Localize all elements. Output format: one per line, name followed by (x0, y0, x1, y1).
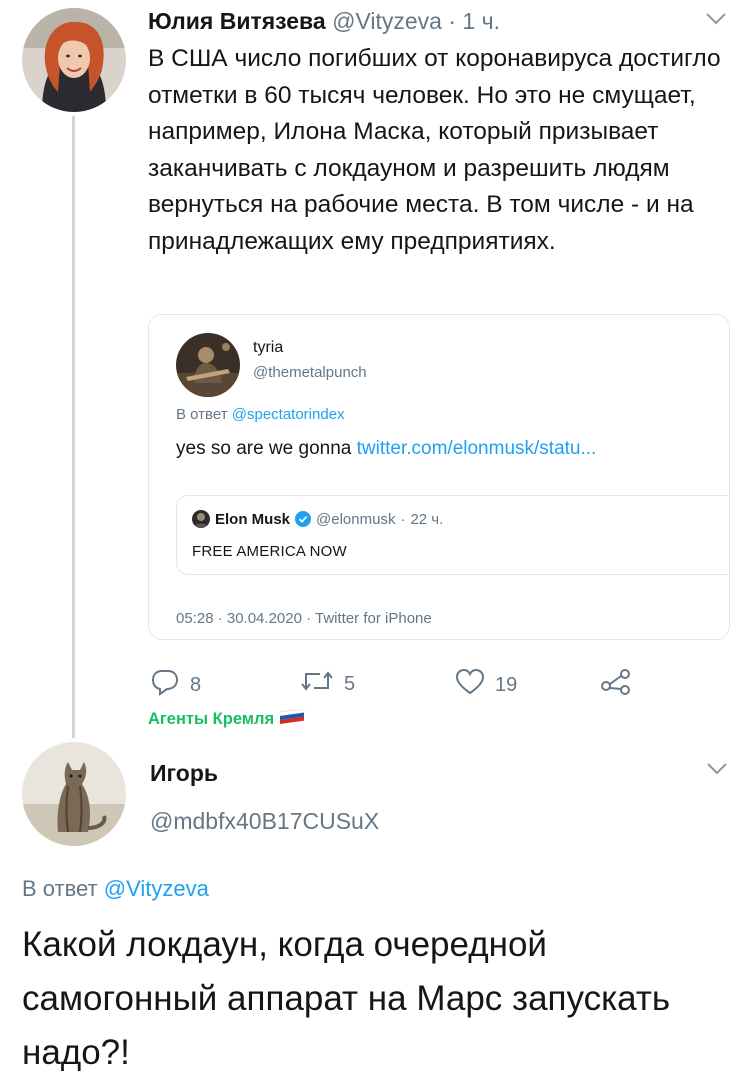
russia-flag-icon (279, 708, 306, 730)
like-button[interactable]: 19 (455, 668, 517, 702)
tweet1-text: В США число погибших от коронавируса дос… (148, 45, 721, 255)
quote-reply-prefix: В ответ (176, 406, 228, 423)
avatar-yulia[interactable] (22, 8, 126, 112)
reply-count: 8 (190, 673, 202, 696)
share-button[interactable] (600, 668, 632, 702)
tweet2-reply-context: В ответ @Vityzeva (22, 876, 209, 902)
tweet2-reply-to-link[interactable]: @Vityzeva (104, 876, 209, 901)
reply-icon (150, 668, 180, 702)
quote-text-link[interactable]: twitter.com/elonmusk/statu... (357, 438, 597, 459)
verified-icon (295, 511, 312, 527)
reply-button[interactable]: 8 (150, 668, 201, 702)
tweet1-header: Юлия Витязева @Vityzeva · 1 ч. (148, 8, 500, 35)
tweet2-handle[interactable]: @mdbfx40B17CUSuX (150, 808, 379, 835)
group-label-text: Агенты Кремля (148, 710, 275, 728)
share-icon (600, 668, 632, 702)
quote-text-plain: yes so are we gonna (176, 438, 357, 459)
retweet-count: 5 (344, 672, 356, 695)
quote-text: yes so are we gonna twitter.com/elonmusk… (176, 438, 596, 460)
retweet-button[interactable]: 5 (300, 668, 355, 700)
embedded-handle[interactable]: @elonmusk (316, 511, 395, 528)
avatar-elon[interactable] (192, 510, 210, 528)
avatar-igor[interactable] (22, 742, 126, 846)
tweet2-reply-prefix: В ответ (22, 876, 98, 901)
embedded-author-name[interactable]: Elon Musk (215, 511, 290, 528)
quote-reply-to-link[interactable]: @spectatorindex (232, 406, 345, 423)
avatar-tyria[interactable] (176, 333, 240, 397)
tweet1-handle[interactable]: @Vityzeva (332, 8, 442, 34)
tweet2-text: Какой локдаун, когда очередной самогонны… (22, 925, 671, 1072)
quote-reply-context: В ответ @spectatorindex (176, 406, 345, 423)
embedded-separator: · (400, 510, 406, 528)
embedded-tweet-text: FREE AMERICA NOW (192, 543, 347, 560)
quote-handle[interactable]: @themetalpunch (253, 364, 367, 381)
retweet-icon (300, 668, 334, 700)
chevron-down-icon[interactable] (705, 12, 727, 31)
thread-line (72, 116, 75, 738)
like-count: 19 (495, 673, 518, 696)
like-icon (455, 668, 485, 702)
tweet2-author-name[interactable]: Игорь (150, 760, 218, 787)
chevron-down-icon[interactable] (706, 762, 728, 781)
tweet1-author-name[interactable]: Юлия Витязева (148, 8, 326, 34)
embedded-tweet-card[interactable] (176, 495, 730, 575)
quote-author-name[interactable]: tyria (253, 339, 283, 357)
quote-meta: 05:28 · 30.04.2020 · Twitter for iPhone (176, 610, 432, 627)
group-label[interactable]: Агенты Кремля (148, 708, 306, 730)
tweet1-separator: · (448, 8, 457, 34)
embedded-tweet-header: Elon Musk @elonmusk · 22 ч. (192, 510, 443, 528)
tweet1-time[interactable]: 1 ч. (462, 8, 500, 34)
embedded-time[interactable]: 22 ч. (410, 511, 443, 528)
